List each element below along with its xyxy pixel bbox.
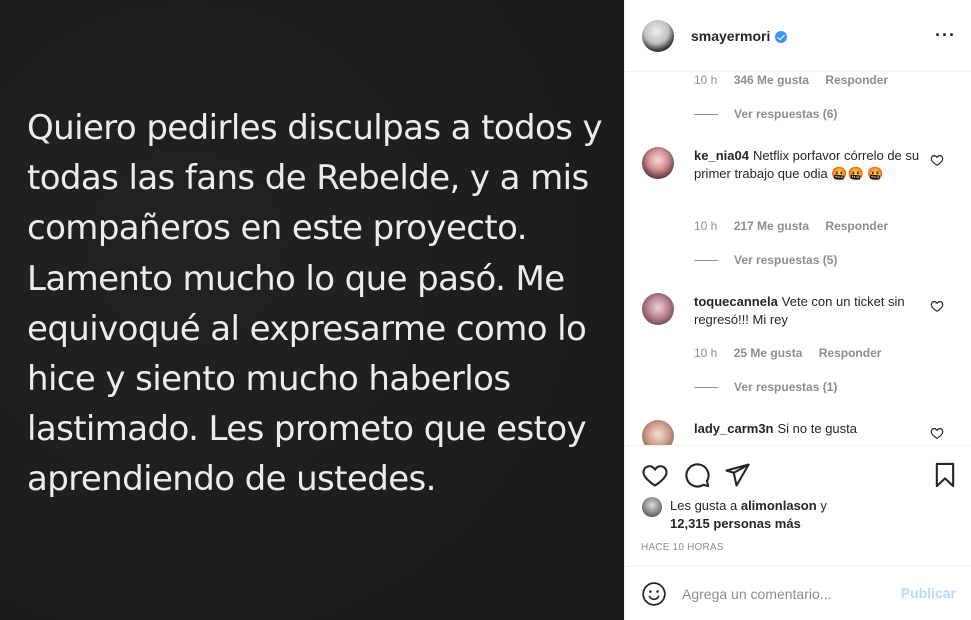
reply-button[interactable]: Responder xyxy=(825,219,888,233)
view-replies-button[interactable]: Ver respuestas (1) xyxy=(694,380,837,394)
post-timestamp[interactable]: HACE 10 HORAS xyxy=(641,542,724,553)
post-text-line: todas las fans de Rebelde, y a mis xyxy=(27,158,589,199)
comment-likes[interactable]: 25 Me gusta xyxy=(734,346,803,360)
comment-meta: 10 h 217 Me gusta Responder xyxy=(694,219,901,233)
liked-by-user[interactable]: alimonlason xyxy=(741,498,817,513)
commenter-username[interactable]: lady_carm3n xyxy=(694,421,774,436)
comment-bubble-icon[interactable] xyxy=(683,461,711,489)
post-text-line: lastimado. Les prometo que estoy xyxy=(27,409,587,450)
post-image: Quiero pedirles disculpas a todos y toda… xyxy=(0,0,624,620)
liked-by-summary: Les gusta a alimonlason y 12,315 persona… xyxy=(642,497,827,533)
comment-text: Si no te gusta xyxy=(777,421,858,436)
comment-time: 10 h xyxy=(694,219,718,233)
view-replies-label: Ver respuestas (5) xyxy=(734,253,838,267)
liked-by-text: Les gusta a alimonlason y 12,315 persona… xyxy=(670,497,827,533)
verified-badge-icon xyxy=(775,30,788,43)
like-comment-heart-icon[interactable] xyxy=(930,153,944,167)
view-replies-button[interactable]: Ver respuestas (5) xyxy=(694,253,837,267)
post-text-line: Lamento mucho lo que pasó. Me xyxy=(27,258,565,299)
view-replies-button[interactable]: Ver respuestas (6) xyxy=(694,107,837,121)
comments-list[interactable]: 10 h 346 Me gusta Responder Ver respuest… xyxy=(625,72,971,445)
commenter-avatar[interactable] xyxy=(642,293,674,325)
share-paper-plane-icon[interactable] xyxy=(723,461,751,489)
publish-button[interactable]: Publicar xyxy=(901,585,956,601)
divider-line xyxy=(694,386,718,388)
emoji-smiley-icon[interactable] xyxy=(641,581,667,607)
post-actions: Les gusta a alimonlason y 12,315 persona… xyxy=(625,445,971,566)
post-text: Quiero pedirles disculpas a todos y toda… xyxy=(27,103,607,505)
liked-by-prefix: Les gusta a xyxy=(670,498,738,513)
author-avatar[interactable] xyxy=(642,19,674,52)
comment-likes[interactable]: 217 Me gusta xyxy=(734,219,809,233)
comment-body: ke_nia04 Netflix porfavor córrelo de su p… xyxy=(694,147,924,183)
post-text-line: aprendiendo de ustedes. xyxy=(27,459,436,500)
post-text-line: compañeros en este proyecto. xyxy=(27,208,528,249)
more-options-icon[interactable]: ··· xyxy=(935,26,956,44)
comment-time: 10 h xyxy=(694,73,718,87)
divider-line xyxy=(694,113,718,115)
save-bookmark-icon[interactable] xyxy=(931,461,959,489)
commenter-username[interactable]: toquecannela xyxy=(694,294,778,309)
post-text-line: equivoqué al expresarme como lo xyxy=(27,308,587,349)
post-side-panel: smayermori ··· 10 h 346 Me gusta Respond… xyxy=(624,0,971,620)
post-header: smayermori ··· xyxy=(625,0,971,72)
liker-avatar[interactable] xyxy=(642,497,662,517)
like-comment-heart-icon[interactable] xyxy=(930,426,944,440)
post-text-line: hice y siento mucho haberlos xyxy=(27,359,511,400)
reply-button[interactable]: Responder xyxy=(819,346,882,360)
post-text-line: Quiero pedirles disculpas a todos y xyxy=(27,108,603,148)
comment-meta: 10 h 25 Me gusta Responder xyxy=(694,346,894,360)
comment-meta: 10 h 346 Me gusta Responder xyxy=(694,73,901,87)
commenter-avatar[interactable] xyxy=(642,420,674,445)
author-username[interactable]: smayermori xyxy=(691,28,770,44)
comment-time: 10 h xyxy=(694,346,718,360)
comment-body: toquecannela Vete con un ticket sin regre… xyxy=(694,293,924,329)
liked-by-and: y xyxy=(820,498,827,513)
comment-likes[interactable]: 346 Me gusta xyxy=(734,73,809,87)
view-replies-label: Ver respuestas (6) xyxy=(734,107,838,121)
divider-line xyxy=(694,259,718,261)
comment-body: lady_carm3n Si no te gusta xyxy=(694,420,924,438)
like-heart-icon[interactable] xyxy=(641,461,669,489)
view-replies-label: Ver respuestas (1) xyxy=(734,380,838,394)
commenter-username[interactable]: ke_nia04 xyxy=(694,148,749,163)
like-comment-heart-icon[interactable] xyxy=(930,299,944,313)
likes-count[interactable]: 12,315 personas más xyxy=(670,516,801,531)
comment-input[interactable] xyxy=(682,581,882,607)
add-comment-bar: Publicar xyxy=(625,566,971,620)
reply-button[interactable]: Responder xyxy=(825,73,888,87)
commenter-avatar[interactable] xyxy=(642,147,674,179)
